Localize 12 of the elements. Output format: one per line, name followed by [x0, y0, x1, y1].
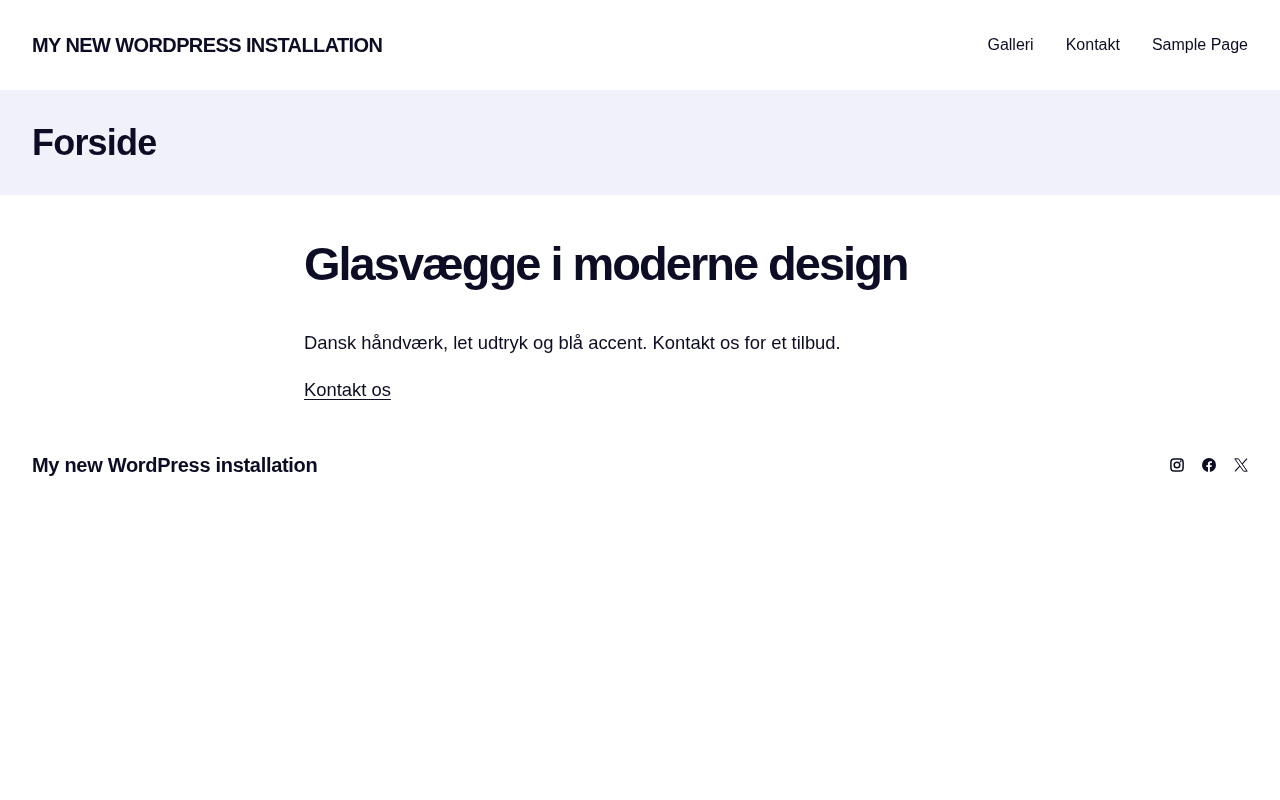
paragraph: Dansk håndværk, let udtryk og blå accent. Kontakt os for et tilbud.	[304, 331, 842, 355]
page-title: Forside	[32, 120, 157, 165]
nav-link[interactable]: Kontakt	[1065, 33, 1120, 57]
heading: Glasvægge i moderne design	[304, 236, 909, 292]
site-title-link[interactable]: MY NEW WORDPRESS INSTALLATION	[32, 31, 383, 59]
nav-link[interactable]: Sample Page	[1151, 33, 1248, 57]
footer-site-title-link[interactable]: My new WordPress installation	[32, 451, 318, 479]
camera-icon[interactable]	[1170, 458, 1184, 472]
contact-link[interactable]: Kontakt os	[304, 379, 391, 400]
letter-x-icon[interactable]	[1234, 458, 1248, 472]
nav-link[interactable]: Galleri	[987, 33, 1034, 57]
f-letter-circle-icon[interactable]	[1202, 458, 1216, 472]
